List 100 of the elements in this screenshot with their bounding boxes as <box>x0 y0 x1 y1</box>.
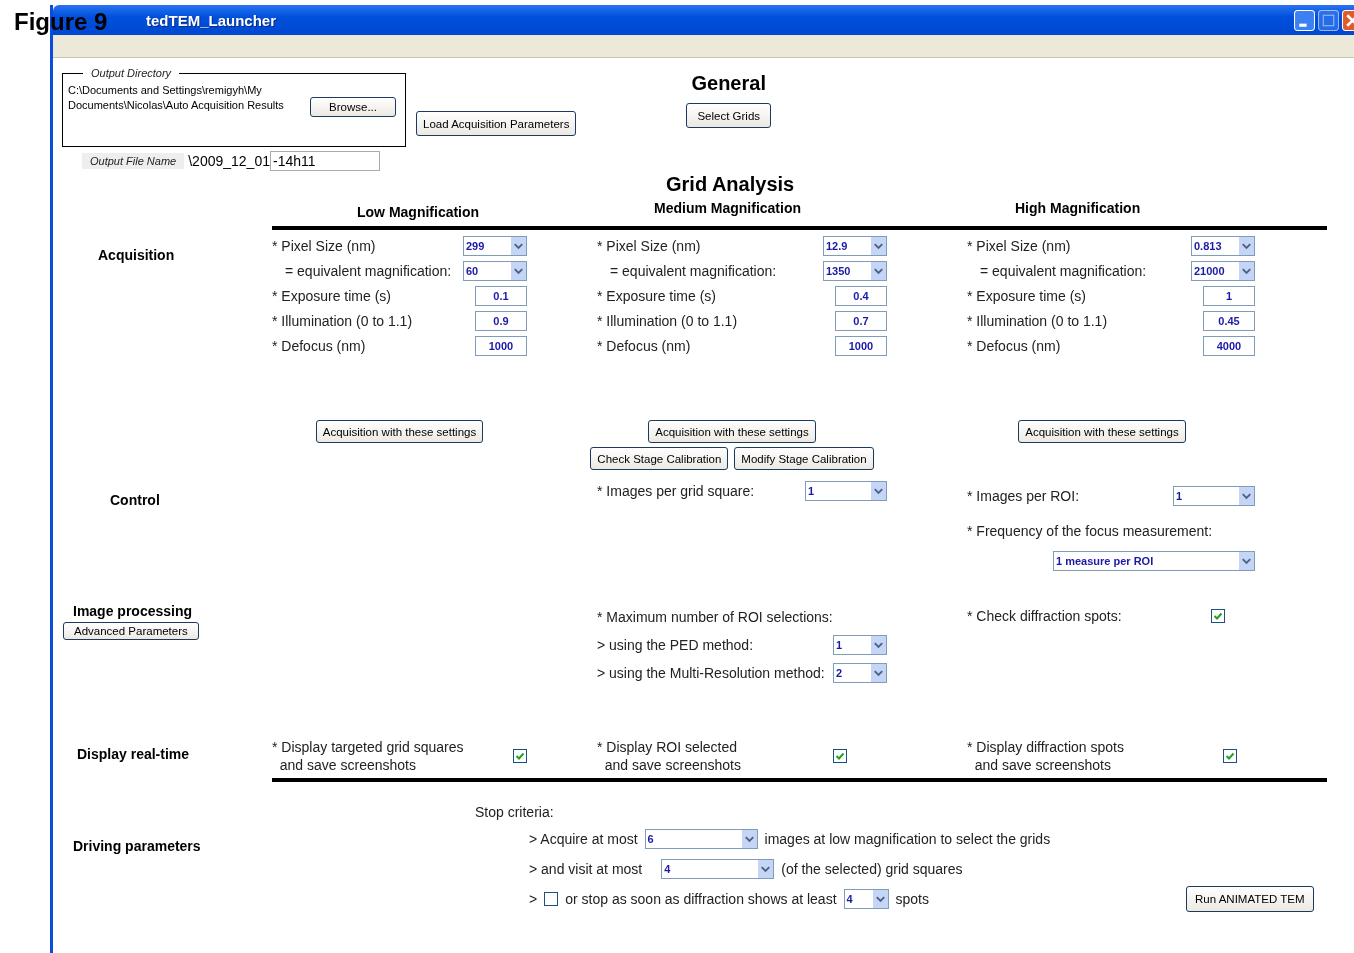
advanced-parameters-button[interactable]: Advanced Parameters <box>63 622 199 640</box>
input-field[interactable]: 0.7 <box>835 310 887 331</box>
checkbox[interactable] <box>1223 749 1237 763</box>
dropdown[interactable]: 12.9 <box>823 235 887 256</box>
input-field[interactable]: 1000 <box>835 335 887 356</box>
field-label: = equivalent magnification: <box>285 262 452 279</box>
column-header: High Magnification <box>1015 200 1141 216</box>
chevron-down-icon[interactable] <box>871 261 886 280</box>
file-name-field[interactable]: -14h11 <box>269 151 380 171</box>
chevron-down-icon[interactable] <box>511 261 526 280</box>
dropdown[interactable]: 1 <box>833 635 887 655</box>
file-name-prefix: \2009_12_01 <box>188 153 270 169</box>
field-label: * Illumination (0 to 1.1) <box>272 312 413 329</box>
chevron-down-icon[interactable] <box>871 236 886 255</box>
maximize-icon[interactable] <box>1318 9 1339 31</box>
field-label: * Pixel Size (nm) <box>272 237 376 254</box>
field-label: = equivalent magnification: <box>980 262 1147 279</box>
chevron-down-icon[interactable] <box>511 236 526 255</box>
browse-button[interactable]: Browse... <box>310 97 396 117</box>
field-label: * Pixel Size (nm) <box>967 237 1071 254</box>
minimize-icon[interactable] <box>1294 9 1315 31</box>
chevron-down-icon[interactable] <box>1239 551 1254 570</box>
window-title: tedTEM_Launcher <box>146 11 277 29</box>
dropdown[interactable]: 1 <box>805 480 887 501</box>
field-label: * Images per grid square: <box>597 482 755 499</box>
chevron-down-icon[interactable] <box>871 481 886 500</box>
chevron-down-icon[interactable] <box>1239 486 1254 505</box>
section-heading: Grid Analysis <box>666 173 796 196</box>
field-label: * Exposure time (s) <box>272 287 392 304</box>
checkbox[interactable] <box>1211 608 1225 623</box>
input-field[interactable]: 1000 <box>475 335 527 356</box>
chevron-down-icon[interactable] <box>1239 236 1254 255</box>
field-label: * Display diffraction spots and save screenshots <box>967 738 1124 774</box>
run-button[interactable]: Run ANIMATED TEM <box>1186 886 1314 912</box>
input-field[interactable]: 0.45 <box>1203 310 1255 331</box>
dropdown[interactable]: 2 <box>833 663 887 683</box>
checkbox[interactable] <box>833 749 847 763</box>
field-label: * Illumination (0 to 1.1) <box>597 312 738 329</box>
field-label: > and visit at most <box>529 861 643 877</box>
acquisition-button[interactable]: Acquisition with these settings <box>648 420 816 443</box>
load-parameters-button[interactable]: Load Acquisition Parameters <box>416 111 577 136</box>
field-label: Output File Name <box>82 153 185 169</box>
section-label: Driving parameters <box>73 838 202 856</box>
field-label: * Defocus (nm) <box>597 337 691 354</box>
field-label: * Display targeted grid squares and save screenshots <box>272 738 464 774</box>
field-label: * Pixel Size (nm) <box>597 237 701 254</box>
dropdown[interactable]: 4 <box>661 859 775 879</box>
acquisition-button[interactable]: Acquisition with these settings <box>315 420 484 443</box>
field-label: > Acquire at most <box>529 831 638 847</box>
field-label: or stop as soon as diffraction shows at least <box>565 891 837 907</box>
field-label: * Images per ROI: <box>967 487 1080 504</box>
field-label: * Defocus (nm) <box>967 337 1061 354</box>
input-field[interactable]: 4000 <box>1203 335 1255 356</box>
dropdown[interactable]: 6 <box>644 829 758 849</box>
section-label: Acquisition <box>98 247 175 263</box>
select-grids-button[interactable]: Select Grids <box>686 103 772 128</box>
chevron-down-icon[interactable] <box>871 636 886 654</box>
dropdown[interactable]: 4 <box>843 889 889 909</box>
field-label: * Defocus (nm) <box>272 337 366 354</box>
acquisition-button[interactable]: Acquisition with these settings <box>1018 420 1186 443</box>
dropdown[interactable]: 299 <box>463 235 527 256</box>
section-label: Image processing <box>73 603 193 619</box>
field-label: * Exposure time (s) <box>967 287 1087 304</box>
field-label: (of the selected) grid squares <box>781 861 963 877</box>
chevron-down-icon[interactable] <box>741 830 757 848</box>
checkbox[interactable] <box>544 892 559 906</box>
field-label: * Illumination (0 to 1.1) <box>967 312 1108 329</box>
field-label: * Exposure time (s) <box>597 287 717 304</box>
field-label: images at low magnification to select the grids <box>764 831 1051 847</box>
directory-path: C:\Documents and Settings\remigyh\My Documents\Nicolas\Auto Acquisition Results <box>68 83 285 113</box>
field-label: * Maximum number of ROI selections: <box>597 609 833 625</box>
calibration-button[interactable]: Modify Stage Calibration <box>734 447 874 470</box>
calibration-button[interactable]: Check Stage Calibration <box>590 447 729 470</box>
dropdown[interactable]: 0.813 <box>1191 235 1255 256</box>
section-heading: General <box>691 72 766 95</box>
field-label: * Display ROI selected and save screenshots <box>597 738 741 774</box>
dropdown[interactable]: 60 <box>463 260 527 281</box>
input-field[interactable]: 0.1 <box>475 285 527 306</box>
field-label: > <box>529 891 538 907</box>
chevron-down-icon[interactable] <box>871 664 886 682</box>
section-label: Display real-time <box>77 746 190 762</box>
input-field[interactable]: 1 <box>1203 285 1255 306</box>
dropdown[interactable]: 1 measure per ROI <box>1053 550 1255 571</box>
dropdown[interactable]: 1 <box>1173 485 1255 506</box>
chevron-down-icon[interactable] <box>1239 261 1254 280</box>
dropdown[interactable]: 1350 <box>823 260 887 281</box>
field-label: * Frequency of the focus measurement: <box>967 522 1213 539</box>
field-label: > using the PED method: <box>597 637 754 653</box>
field-label: Stop criteria: <box>475 804 555 820</box>
group-legend: Output Directory <box>83 67 180 79</box>
column-header: Medium Magnification <box>654 200 801 216</box>
checkbox[interactable] <box>513 749 527 763</box>
column-header: Low Magnification <box>357 204 480 220</box>
input-field[interactable]: 0.4 <box>835 285 887 306</box>
dropdown[interactable]: 21000 <box>1191 260 1255 281</box>
input-field[interactable]: 0.9 <box>475 310 527 331</box>
chevron-down-icon[interactable] <box>758 860 774 878</box>
section-label: Control <box>110 492 160 508</box>
field-label: = equivalent magnification: <box>610 262 777 279</box>
chevron-down-icon[interactable] <box>872 890 888 908</box>
